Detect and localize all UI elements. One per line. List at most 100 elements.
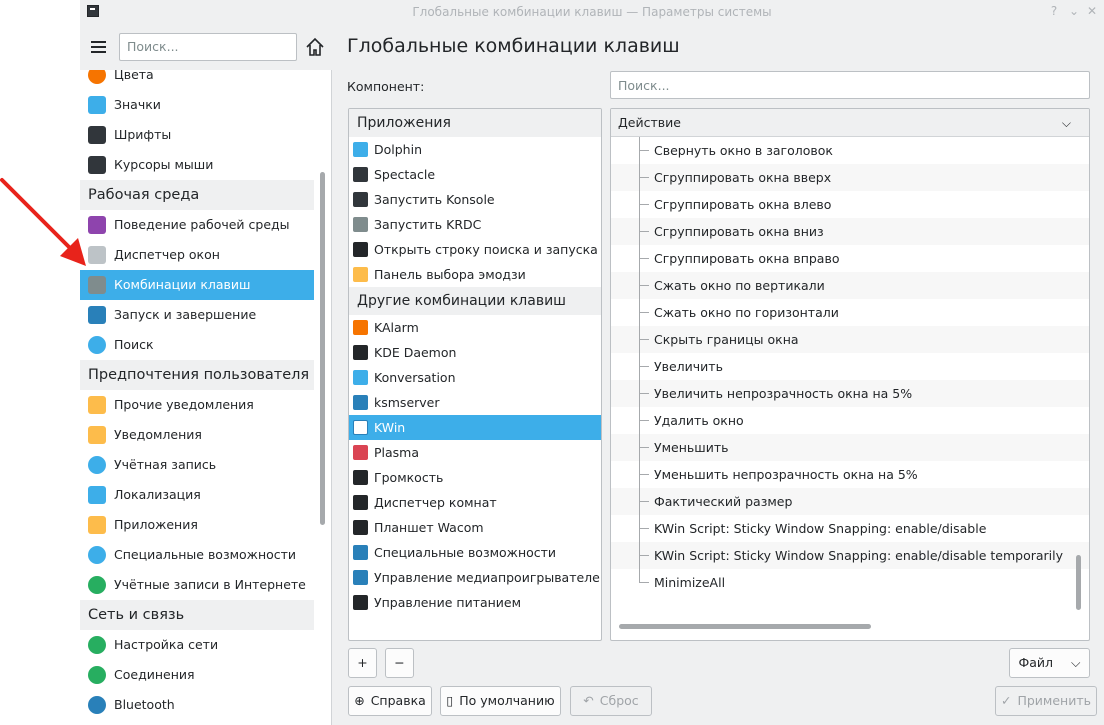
sidebar-item[interactable]: Приложения <box>80 510 314 540</box>
component-list-item[interactable]: Управление питанием <box>349 590 601 615</box>
help-button[interactable]: ⊕ Справка <box>348 686 432 716</box>
action-row[interactable]: KWin Script: Sticky Window Snapping: ena… <box>611 542 1089 569</box>
tree-branch-line <box>639 569 640 583</box>
apply-button[interactable]: ✓ Применить <box>995 686 1097 716</box>
lifebuoy-icon: ⊕ <box>354 693 365 708</box>
component-list-item[interactable]: Планшет Wacom <box>349 515 601 540</box>
chevron-down-icon: ⌵ <box>1061 116 1071 130</box>
sidebar-item[interactable]: Настройка сети <box>80 630 314 660</box>
sidebar-item[interactable]: Bluetooth <box>80 690 314 720</box>
component-list-item[interactable]: Spectacle <box>349 162 601 187</box>
component-list-item[interactable]: Панель выбора эмодзи <box>349 262 601 287</box>
app-icon <box>353 217 368 232</box>
app-icon <box>353 470 368 485</box>
component-label: ksmserver <box>374 395 440 410</box>
sidebar-item[interactable]: Запуск и завершение <box>80 300 314 330</box>
action-row[interactable]: MinimizeAll <box>611 569 1089 596</box>
defaults-button[interactable]: ▯ По умолчанию <box>440 686 561 716</box>
home-icon[interactable] <box>304 36 326 58</box>
tree-branch-tick <box>639 501 649 502</box>
defaults-button-label: По умолчанию <box>459 693 555 708</box>
shortcut-search-input[interactable]: Поиск... <box>610 71 1090 99</box>
app-icon <box>353 395 368 410</box>
action-row[interactable]: Сжать окно по горизонтали <box>611 299 1089 326</box>
action-label: MinimizeAll <box>654 575 726 590</box>
sidebar-item[interactable]: Поиск <box>80 330 314 360</box>
action-label: Фактический размер <box>654 494 793 509</box>
component-list-item[interactable]: Открыть строку поиска и запуска KR... <box>349 237 601 262</box>
sidebar-item[interactable]: Учётная запись <box>80 450 314 480</box>
action-row[interactable]: Увеличить непрозрачность окна на 5% <box>611 380 1089 407</box>
file-menu-button[interactable]: Файл ⌵ <box>1009 648 1090 678</box>
help-button-label: Справка <box>370 693 426 708</box>
component-list-item[interactable]: KDE Daemon <box>349 340 601 365</box>
component-list-item[interactable]: ksmserver <box>349 390 601 415</box>
component-list-item[interactable]: Konversation <box>349 365 601 390</box>
action-row[interactable]: Фактический размер <box>611 488 1089 515</box>
component-label: KAlarm <box>374 320 419 335</box>
sidebar-item[interactable]: Прочие уведомления <box>80 390 314 420</box>
action-row[interactable]: Уменьшить <box>611 434 1089 461</box>
add-component-button[interactable]: + <box>348 648 377 678</box>
action-row[interactable]: Сгруппировать окна вверх <box>611 164 1089 191</box>
tree-branch-tick <box>639 339 649 340</box>
action-row[interactable]: Сгруппировать окна влево <box>611 191 1089 218</box>
action-list: Действие ⌵ Свернуть окно в заголовок Сгру… <box>610 108 1090 641</box>
action-list-horizontal-scrollbar[interactable] <box>619 624 871 629</box>
component-label: Громкость <box>374 470 444 485</box>
close-button[interactable]: ✕ <box>1084 3 1100 19</box>
globe-icon <box>88 666 106 684</box>
sidebar-scrollbar[interactable] <box>320 172 325 525</box>
settings-window: Глобальные комбинации клавиш — Параметры… <box>80 0 1104 725</box>
sidebar-item[interactable]: Уведомления <box>80 420 314 450</box>
component-label: Управление медиапроигрывателем <box>374 570 602 585</box>
app-icon <box>353 167 368 182</box>
component-list-item[interactable]: Plasma <box>349 440 601 465</box>
action-row[interactable]: Сгруппировать окна вправо <box>611 245 1089 272</box>
app-icon <box>353 192 368 207</box>
tree-branch-tick <box>639 528 649 529</box>
checkmark-icon: ✓ <box>1000 693 1012 708</box>
help-titlebar-button[interactable]: ? <box>1046 3 1062 19</box>
action-row[interactable]: KWin Script: Sticky Window Snapping: ena… <box>611 515 1089 542</box>
sidebar-search-input[interactable]: Поиск... <box>119 33 297 61</box>
component-list-item[interactable]: Громкость <box>349 465 601 490</box>
component-list-item[interactable]: Dolphin <box>349 137 601 162</box>
action-label: KWin Script: Sticky Window Snapping: ena… <box>654 548 1064 563</box>
sidebar-item[interactable]: Учётные записи в Интернете <box>80 570 314 600</box>
action-row[interactable]: Сгруппировать окна вниз <box>611 218 1089 245</box>
startup-icon <box>88 306 106 324</box>
action-column-header[interactable]: Действие ⌵ <box>611 109 1089 137</box>
sidebar-section-header: Предпочтения пользователя <box>80 360 314 390</box>
sidebar-item[interactable]: Локализация <box>80 480 314 510</box>
action-row[interactable]: Удалить окно <box>611 407 1089 434</box>
sidebar-item[interactable]: Соединения <box>80 660 314 690</box>
app-icon <box>353 420 368 435</box>
component-list-item[interactable]: Запустить KRDC <box>349 212 601 237</box>
app-icon <box>353 570 368 585</box>
action-row[interactable]: Сжать окно по вертикали <box>611 272 1089 299</box>
remove-component-button[interactable]: − <box>385 648 414 678</box>
reset-button[interactable]: ↶ Сброс <box>570 686 652 716</box>
component-list-item[interactable]: Специальные возможности <box>349 540 601 565</box>
component-list-item[interactable]: KAlarm <box>349 315 601 340</box>
component-list-item[interactable]: Запустить Konsole <box>349 187 601 212</box>
component-list-item[interactable]: Диспетчер комнат <box>349 490 601 515</box>
minimize-button[interactable]: ⌄ <box>1066 3 1082 19</box>
action-row[interactable]: Уменьшить непрозрачность окна на 5% <box>611 461 1089 488</box>
app-icon <box>353 345 368 360</box>
tree-branch-tick <box>639 177 649 178</box>
bell-icon <box>88 396 106 414</box>
component-list-item[interactable]: KWin <box>349 415 601 440</box>
action-row[interactable]: Свернуть окно в заголовок <box>611 137 1089 164</box>
sidebar-item-label: Запуск и завершение <box>114 307 257 322</box>
action-list-vertical-scrollbar[interactable] <box>1076 555 1081 610</box>
app-icon <box>353 545 368 560</box>
action-label: Сжать окно по горизонтали <box>654 305 839 320</box>
action-label: Сгруппировать окна влево <box>654 197 832 212</box>
action-label: KWin Script: Sticky Window Snapping: ena… <box>654 521 987 536</box>
sidebar-item[interactable]: Специальные возможности <box>80 540 314 570</box>
action-row[interactable]: Скрыть границы окна <box>611 326 1089 353</box>
component-list-item[interactable]: Управление медиапроигрывателем <box>349 565 601 590</box>
action-row[interactable]: Увеличить <box>611 353 1089 380</box>
